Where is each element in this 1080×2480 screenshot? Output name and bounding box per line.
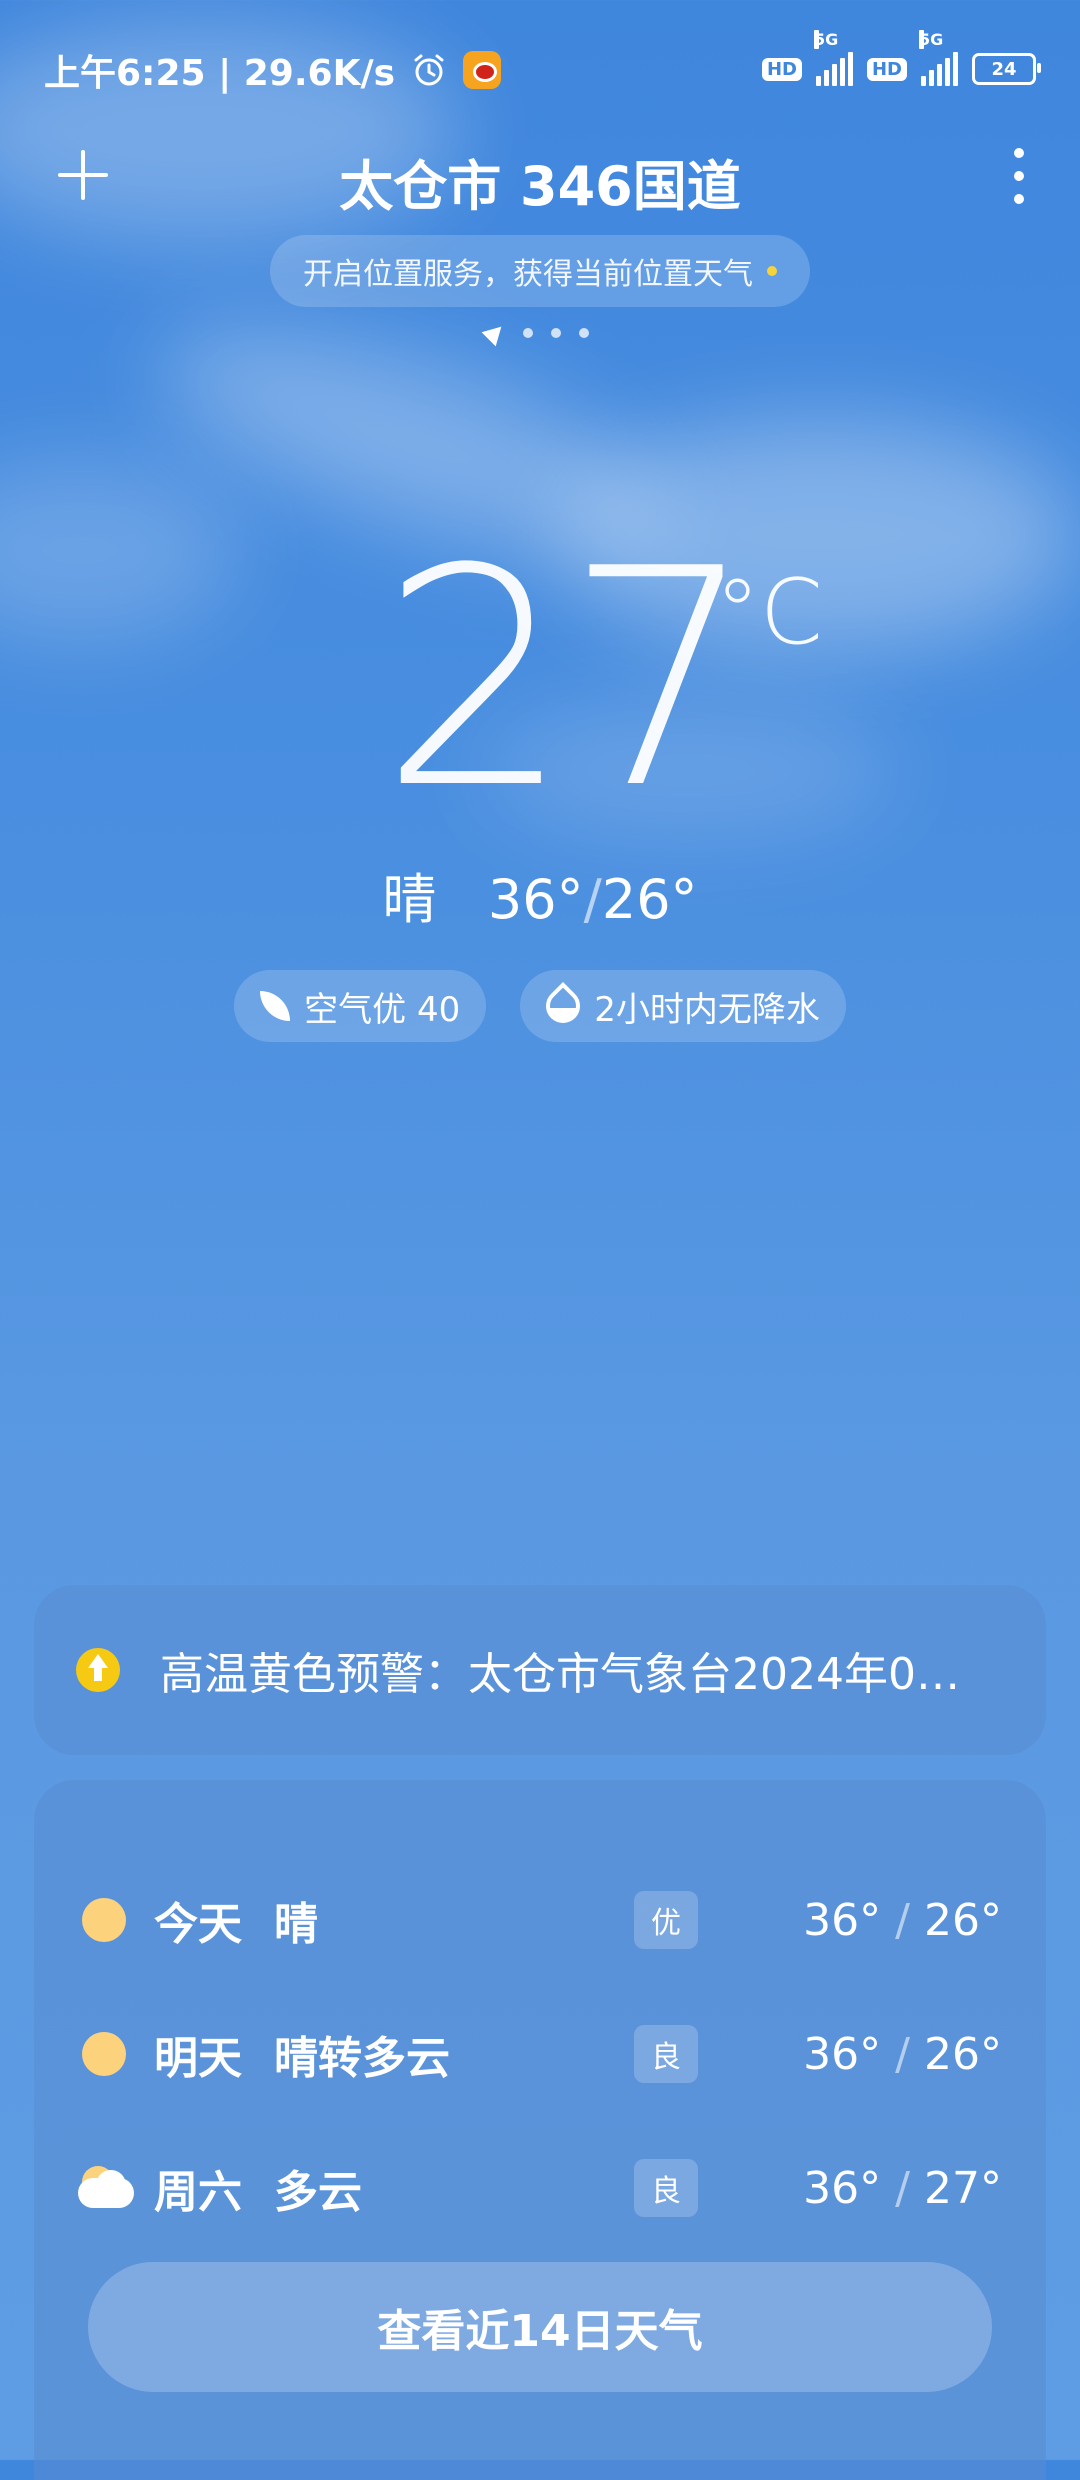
forecast-day: 周六 [154, 2167, 242, 2218]
forecast-row[interactable]: 明天 晴转多云 良 36°/ 26° [34, 2004, 1046, 2104]
forecast-low: 27° [924, 2162, 1002, 2214]
slash: / [895, 1894, 910, 1946]
slash: / [583, 868, 602, 931]
forecast-high: 36° [803, 2028, 882, 2080]
warning-up-arrow-icon [76, 1648, 120, 1692]
forecast-temps: 36°/ 27° [803, 2163, 1002, 2214]
weather-alert-card[interactable]: 高温黄色预警：太仓市气象台2024年0… [34, 1585, 1046, 1755]
temperature-unit: °C [715, 560, 823, 665]
forecast-row[interactable]: 周六 多云 良 36°/ 27° [34, 2138, 1046, 2238]
location-prompt-text: 开启位置服务，获得当前位置天气 [303, 257, 753, 292]
forecast-high: 36° [803, 1894, 882, 1946]
aqi-badge: 优 [634, 1891, 698, 1949]
water-drop-icon [539, 981, 588, 1031]
forecast-desc: 多云 [274, 2167, 362, 2218]
forecast-low: 26° [924, 2028, 1002, 2080]
more-options-button[interactable] [1004, 148, 1034, 204]
forecast-day: 今天 [154, 1899, 242, 1950]
forecast-temps: 36°/ 26° [803, 2029, 1002, 2080]
signal-5g-icon: 5G [813, 30, 853, 86]
status-time-speed: 上午6:25 | 29.6K/s [44, 53, 396, 94]
status-bar: 上午6:25 | 29.6K/s HD 5G HD 5G 24 [0, 0, 1080, 130]
current-temperature: 27 [380, 505, 756, 854]
alarm-clock-icon [409, 50, 449, 90]
air-quality-text: 空气优 40 [304, 989, 461, 1030]
forecast-desc: 晴转多云 [274, 2033, 450, 2084]
air-quality-chip[interactable]: 空气优 40 [234, 970, 487, 1042]
page-dot [523, 328, 533, 338]
notification-dot [767, 266, 777, 276]
forecast-day: 明天 [154, 2033, 242, 2084]
current-condition-line: 晴 36°/26° [0, 855, 1080, 934]
aqi-badge: 良 [634, 2025, 698, 2083]
condition-text: 晴 [382, 868, 437, 931]
forecast-card: 今天 晴 优 36°/26° 明天 晴转多云 良 36°/26° 周六 多云 良… [34, 1780, 1046, 2480]
location-service-prompt[interactable]: 开启位置服务，获得当前位置天气 [270, 235, 810, 307]
hd-badge: HD [761, 57, 802, 81]
page-dot [551, 328, 561, 338]
location-arrow-icon [481, 319, 509, 347]
signal-5g-icon-2: 5G [919, 30, 958, 86]
weibo-app-icon [463, 51, 502, 89]
alert-text: 高温黄色预警：太仓市气象台2024年0… [160, 1649, 960, 1700]
slash: / [895, 2162, 910, 2214]
leaf-icon [260, 991, 291, 1021]
header: 太仓市 346国道 [0, 120, 1080, 230]
precipitation-text: 2小时内无降水 [594, 989, 820, 1030]
forecast-low: 26° [924, 1894, 1002, 1946]
forecast-row[interactable]: 今天 晴 优 36°/ 26° [34, 1870, 1046, 1970]
city-page-indicator [481, 319, 589, 347]
forecast-high: 36° [803, 2162, 882, 2214]
slash: / [895, 2028, 910, 2080]
aqi-badge: 良 [634, 2159, 698, 2217]
city-title: 太仓市 346国道 [339, 155, 741, 218]
forecast-desc: 晴 [274, 1899, 318, 1950]
battery-icon: 24 [972, 53, 1041, 85]
sun-icon [82, 1898, 126, 1942]
partly-cloudy-icon [78, 2166, 134, 2210]
forecast-temps: 36°/ 26° [803, 1895, 1002, 1946]
view-14-day-forecast-button[interactable]: 查看近14日天气 [88, 2262, 992, 2392]
low-temp: 26° [601, 868, 698, 931]
sun-icon [82, 2032, 126, 2076]
precipitation-chip[interactable]: 2小时内无降水 [520, 970, 846, 1042]
high-temp: 36° [487, 868, 584, 931]
info-chips: 空气优 40 2小时内无降水 [0, 970, 1080, 1042]
page-dot [579, 328, 589, 338]
hd-badge-2: HD [866, 57, 907, 81]
